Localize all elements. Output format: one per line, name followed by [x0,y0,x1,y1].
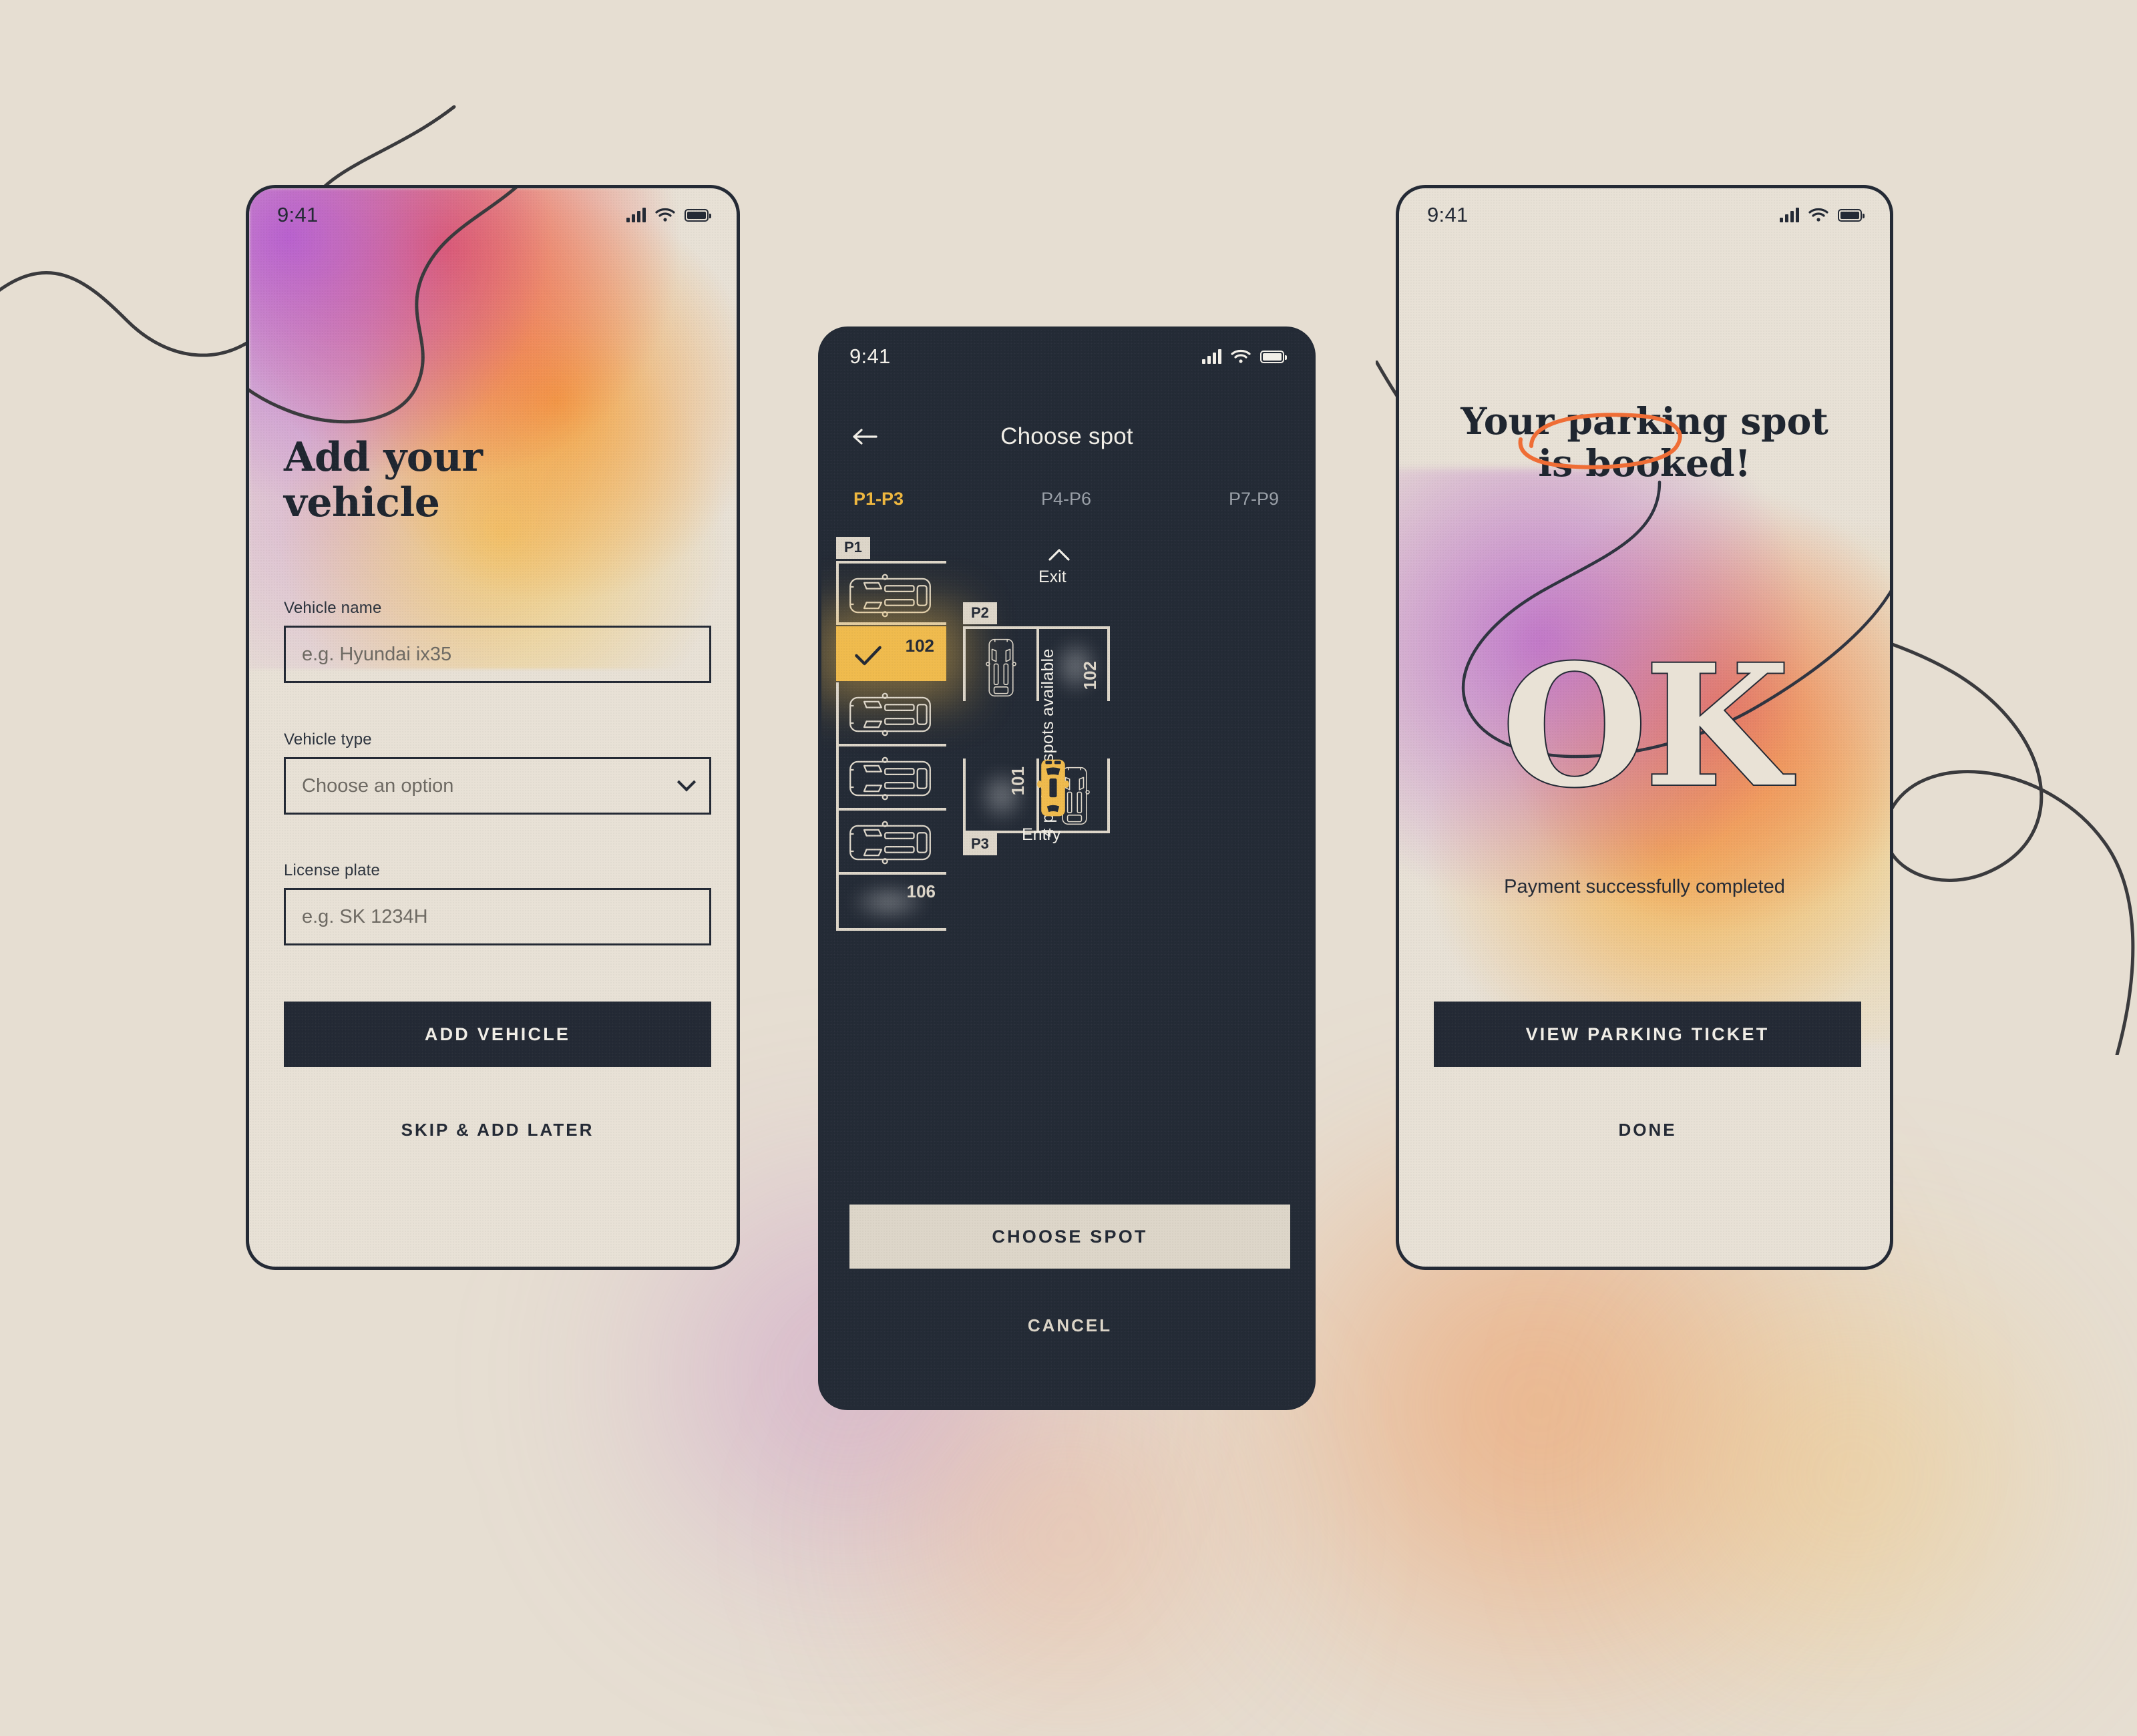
car-top-view-icon [849,692,931,736]
lot-tag-p3: P3 [963,833,997,855]
parking-slot-occupied[interactable] [836,561,946,625]
cellular-bars-icon [1202,349,1221,364]
parking-slot-free-102[interactable]: 102 [1036,626,1110,701]
check-icon [855,646,882,666]
vehicle-name-placeholder: e.g. Hyundai ix35 [302,643,452,665]
tab-p1-p3[interactable]: P1-P3 [845,489,995,509]
exit-label: Exit [1038,568,1066,586]
background-gradient-yellow [1536,1235,2137,1716]
parking-slot-free-106[interactable]: 106 [836,875,946,931]
level-tabs: P1-P3 P4-P6 P7-P9 [821,489,1312,509]
page-title-line2: vehicle [284,479,440,526]
add-vehicle-button[interactable]: ADD VEHICLE [284,1002,711,1067]
parking-slot-occupied[interactable] [963,626,1036,701]
phone-booked-confirmation: 9:41 Your parking spot is booked! OK Pay… [1396,185,1893,1270]
status-time: 9:41 [277,203,319,226]
parking-map: P1 102 106 Exit 4 parking spots availabl… [821,537,1312,1207]
choose-spot-button[interactable]: CHOOSE SPOT [849,1205,1290,1269]
parking-slot-free-101[interactable]: 101 [963,758,1036,833]
back-button[interactable] [849,421,880,452]
vehicle-type-placeholder: Choose an option [302,775,454,797]
chevron-down-icon [676,773,697,792]
battery-full-icon [685,208,711,222]
parking-slot-selected-102[interactable]: 102 [836,626,946,681]
done-button[interactable]: DONE [1434,1110,1861,1150]
license-plate-input[interactable]: e.g. SK 1234H [284,888,711,945]
phone-choose-spot: 9:41 Choose spot P1-P3 P4-P6 P7-P9 P1 10… [818,327,1316,1410]
slot-number-102: 102 [905,636,934,656]
vehicle-type-select[interactable]: Choose an option [284,757,711,815]
highlight-circle-icon [1518,413,1682,469]
field-license-plate: License plate e.g. SK 1234H [284,861,711,945]
cancel-button[interactable]: CANCEL [849,1306,1290,1345]
car-top-view-icon [849,821,931,865]
chevron-up-icon [1048,549,1070,561]
car-top-view-icon [849,756,931,801]
page-title: Add your vehicle [284,435,564,526]
field-label-license-plate: License plate [284,861,381,879]
page-title: Choose spot [1000,423,1133,449]
nav-bar: Choose spot [821,417,1312,457]
status-icons [1780,208,1865,222]
skip-add-later-button[interactable]: SKIP & ADD LATER [284,1110,711,1150]
tab-p7-p9[interactable]: P7-P9 [1137,489,1288,509]
vehicle-name-input[interactable]: e.g. Hyundai ix35 [284,626,711,683]
slot-number-102: 102 [1080,661,1100,690]
status-bar: 9:41 [1399,203,1890,227]
cellular-bars-icon [626,208,646,222]
status-icons [1202,349,1287,364]
wifi-icon [1231,349,1251,363]
page-title-line1: Add your [284,434,483,481]
lot-tag-p2: P2 [963,602,997,624]
license-plate-placeholder: e.g. SK 1234H [302,905,428,927]
field-vehicle-name: Vehicle name e.g. Hyundai ix35 [284,599,711,683]
back-arrow-icon [853,429,878,445]
status-icons [626,208,711,222]
field-vehicle-type: Vehicle type Choose an option [284,730,711,815]
field-label-vehicle-name: Vehicle name [284,599,382,617]
parking-slot-occupied[interactable] [836,811,946,875]
car-top-view-icon [849,574,931,618]
car-top-view-icon [986,638,1016,697]
view-parking-ticket-button[interactable]: VIEW PARKING TICKET [1434,1002,1861,1067]
slot-number-101: 101 [1008,767,1028,796]
lot-tag-p1: P1 [836,537,870,559]
tab-p4-p6[interactable]: P4-P6 [995,489,1137,509]
field-label-vehicle-type: Vehicle type [284,730,372,748]
payment-status-text: Payment successfully completed [1504,876,1785,897]
status-bar: 9:41 [249,203,737,227]
cellular-bars-icon [1780,208,1799,222]
parking-slot-occupied[interactable] [836,682,946,746]
wifi-icon [655,208,675,222]
wifi-icon [1808,208,1828,222]
entry-vehicle-icon [1037,759,1069,817]
parking-slot-occupied[interactable] [836,746,946,811]
status-time: 9:41 [1427,203,1469,226]
hero-ok-text: OK [1501,628,1791,824]
status-bar: 9:41 [821,345,1312,369]
status-time: 9:41 [849,345,891,368]
battery-full-icon [1260,350,1287,363]
battery-full-icon [1838,208,1865,222]
entry-label: Entry [1022,825,1061,844]
slot-number-106: 106 [906,881,936,901]
phone-add-vehicle: 9:41 Add your vehicle Vehicle name e.g. … [246,185,740,1270]
